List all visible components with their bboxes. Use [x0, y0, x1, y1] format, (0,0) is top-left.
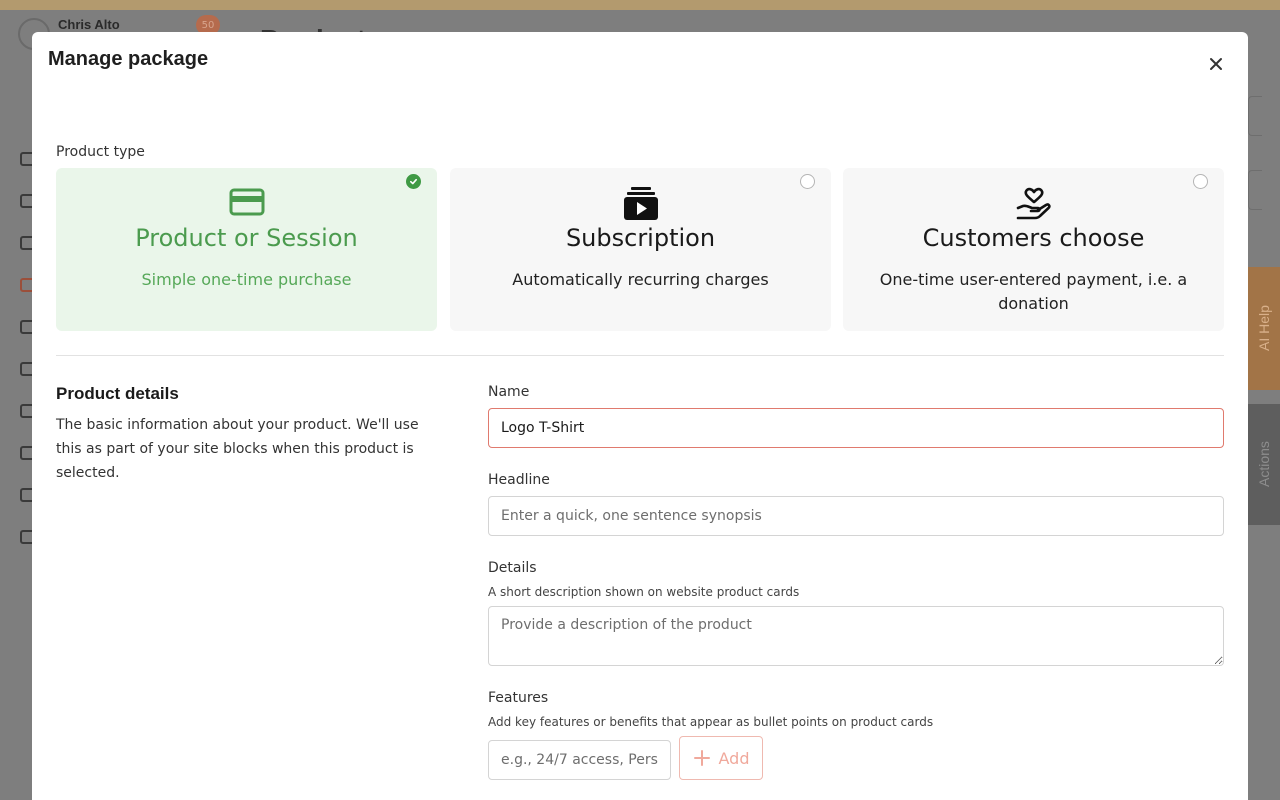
option-title: Subscription [565, 224, 716, 252]
bg-select-edge [1248, 170, 1262, 210]
features-help-text: Add key features or benefits that appear… [488, 715, 934, 729]
add-button-label: Add [718, 748, 750, 768]
close-button[interactable] [1204, 52, 1228, 76]
option-title: Customers choose [922, 224, 1145, 252]
feature-input[interactable] [488, 740, 671, 780]
option-description: One-time user-entered payment, i.e. a do… [879, 270, 1188, 313]
plus-icon [693, 750, 710, 766]
product-type-option-product[interactable]: Product or Session Simple one-time purch… [56, 168, 437, 331]
product-details-heading: Product details [56, 384, 179, 403]
heart-hand-icon [843, 186, 1224, 222]
name-input[interactable] [488, 408, 1224, 448]
close-icon [1210, 58, 1222, 70]
bg-input-edge [1248, 96, 1262, 136]
check-icon [409, 178, 418, 185]
product-type-option-customers-choose[interactable]: Customers choose One-time user-entered p… [843, 168, 1224, 331]
option-description: Simple one-time purchase [141, 270, 352, 289]
top-accent-bar [0, 0, 1280, 10]
product-type-label: Product type [56, 144, 145, 160]
ai-help-tab[interactable]: AI Help [1248, 267, 1280, 390]
product-type-option-subscription[interactable]: Subscription Automatically recurring cha… [450, 168, 831, 331]
add-feature-button[interactable]: Add [679, 736, 763, 780]
headline-input[interactable] [488, 496, 1224, 536]
headline-label: Headline [488, 472, 550, 488]
subscription-icon [450, 186, 831, 222]
modal-title: Manage package [48, 48, 209, 70]
option-title: Product or Session [135, 224, 358, 252]
manage-package-modal: Manage package Product type Product or S… [32, 32, 1248, 800]
product-details-description: The basic information about your product… [56, 417, 419, 481]
name-label: Name [488, 384, 530, 400]
credit-card-icon [56, 186, 437, 222]
details-help-text: A short description shown on website pro… [488, 585, 800, 599]
actions-tab[interactable]: Actions [1248, 404, 1280, 525]
details-textarea[interactable] [488, 606, 1224, 666]
option-description: Automatically recurring charges [512, 270, 769, 289]
details-label: Details [488, 560, 537, 576]
features-label: Features [488, 690, 549, 706]
section-divider [56, 355, 1224, 356]
user-name: Chris Alto [58, 17, 120, 32]
